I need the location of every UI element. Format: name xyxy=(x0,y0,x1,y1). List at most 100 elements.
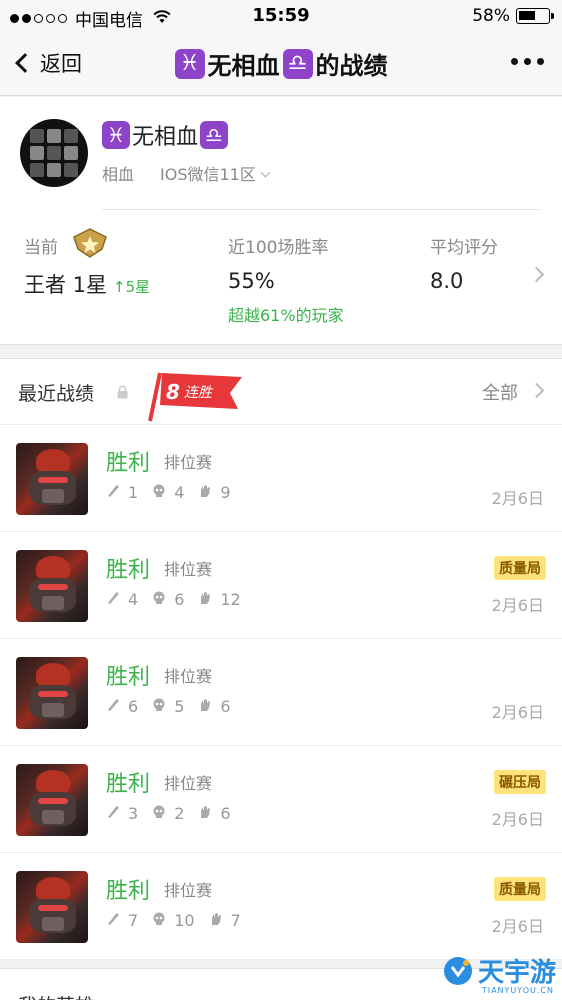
watermark-text: 天宇游 xyxy=(477,958,556,988)
recent-matches-section: 最近战绩 8 连胜 全部 胜利 排位赛 1 4 9 2月6日 胜利 排位赛 4 6 12 质量局 2月6… xyxy=(0,358,562,960)
current-label: 当前 xyxy=(24,238,58,258)
match-date: 2月6日 xyxy=(491,917,544,936)
nav-bar: 返回 ♓ 无相血 ♎ 的战绩 xyxy=(0,32,562,96)
deaths-count: 4 xyxy=(174,483,185,502)
winrate-note: 超越61%的玩家 xyxy=(228,306,344,325)
match-row[interactable]: 胜利 排位赛 3 2 6 碾压局 2月6日 xyxy=(0,746,562,853)
match-kda: 1 4 9 xyxy=(106,483,245,502)
chevron-down-icon xyxy=(260,167,271,178)
match-result: 胜利 xyxy=(106,665,151,690)
win-streak-flag-icon: 8 连胜 xyxy=(148,372,242,422)
deaths-count: 10 xyxy=(174,911,195,930)
match-kda: 4 6 12 xyxy=(106,590,255,609)
match-quality-badge: 质量局 xyxy=(494,556,546,580)
deaths-icon xyxy=(152,911,174,930)
match-quality-badge: 碾压局 xyxy=(494,770,546,794)
rank-change: ↑5星 xyxy=(113,278,151,296)
page-title: ♓ 无相血 ♎ 的战绩 xyxy=(0,46,562,81)
kills-count: 4 xyxy=(128,590,139,609)
deaths-icon xyxy=(152,697,174,716)
match-row[interactable]: 胜利 排位赛 7 10 7 质量局 2月6日 xyxy=(0,853,562,960)
player-subinfo: 相血 IOS微信11区 xyxy=(102,161,271,185)
more-dot xyxy=(537,58,544,65)
assists-icon xyxy=(209,911,231,930)
match-row[interactable]: 胜利 排位赛 1 4 9 2月6日 xyxy=(0,425,562,532)
rank-value: 王者 1星 ↑5星 xyxy=(24,269,150,299)
pisces-icon: ♓ xyxy=(174,48,205,79)
view-all-link[interactable]: 全部 xyxy=(482,379,518,405)
kills-count: 7 xyxy=(128,911,139,930)
match-date: 2月6日 xyxy=(491,489,544,508)
assists-count: 6 xyxy=(220,697,231,716)
kills-count: 3 xyxy=(128,804,139,823)
deaths-count: 6 xyxy=(174,590,185,609)
libra-icon: ♎ xyxy=(282,48,313,79)
hero-portrait xyxy=(16,764,88,836)
title-tail: 的战绩 xyxy=(315,52,388,80)
match-row[interactable]: 胜利 排位赛 6 5 6 2月6日 xyxy=(0,639,562,746)
match-mode: 排位赛 xyxy=(164,560,213,579)
more-button[interactable] xyxy=(511,58,544,65)
deaths-icon xyxy=(152,804,174,823)
assists-icon xyxy=(198,483,220,502)
recent-title: 最近战绩 xyxy=(18,383,95,405)
match-row[interactable]: 胜利 排位赛 4 6 12 质量局 2月6日 xyxy=(0,532,562,639)
divider xyxy=(102,209,540,210)
match-quality-badge: 质量局 xyxy=(494,877,546,901)
my-heroes-title: 我的英雄 xyxy=(18,991,94,1000)
rank-badge-icon xyxy=(73,228,107,258)
match-kda: 6 5 6 xyxy=(106,697,245,716)
deaths-icon xyxy=(152,590,174,609)
rank-text: 王者 1星 xyxy=(24,273,108,297)
match-result: 胜利 xyxy=(106,451,151,476)
libra-icon: ♎ xyxy=(200,121,229,149)
server-label: IOS微信11区 xyxy=(160,165,256,184)
match-mode: 排位赛 xyxy=(164,667,213,686)
recent-header[interactable]: 最近战绩 8 连胜 全部 xyxy=(0,359,562,425)
battery-icon xyxy=(516,8,554,24)
assists-count: 7 xyxy=(230,911,241,930)
hero-portrait xyxy=(16,657,88,729)
title-name: 无相血 xyxy=(207,52,280,80)
tianyu-logo-icon xyxy=(443,956,472,985)
match-mode: 排位赛 xyxy=(164,774,213,793)
kills-count: 6 xyxy=(128,697,139,716)
server-selector[interactable]: IOS微信11区 xyxy=(160,161,271,185)
player-nickname: 相血 xyxy=(102,165,135,184)
assists-icon xyxy=(198,697,220,716)
match-date: 2月6日 xyxy=(491,810,544,829)
battery-percent: 58% xyxy=(472,6,510,26)
avatar[interactable] xyxy=(20,119,88,187)
match-kda: 7 10 7 xyxy=(106,911,255,930)
watermark-url: TIANYUYOU.CN xyxy=(481,986,554,995)
match-date: 2月6日 xyxy=(491,703,544,722)
lock-icon xyxy=(117,385,128,399)
match-mode: 排位赛 xyxy=(164,881,213,900)
kills-icon xyxy=(106,804,128,823)
more-dot xyxy=(511,58,518,65)
assists-icon xyxy=(198,804,220,823)
match-kda: 3 2 6 xyxy=(106,804,245,823)
avg-score-label: 平均评分 xyxy=(430,238,498,258)
avg-score-value: 8.0 xyxy=(430,269,464,293)
player-name: ♓ 无相血 ♎ xyxy=(102,119,229,151)
kills-icon xyxy=(106,911,128,930)
match-date: 2月6日 xyxy=(491,596,544,615)
deaths-count: 5 xyxy=(174,697,185,716)
winrate-label: 近100场胜率 xyxy=(228,238,329,258)
match-result: 胜利 xyxy=(106,772,151,797)
assists-count: 9 xyxy=(220,483,231,502)
chevron-right-icon[interactable] xyxy=(528,382,545,399)
winrate-value: 55% xyxy=(228,269,275,293)
deaths-count: 2 xyxy=(174,804,185,823)
status-bar: 中国电信 15:59 58% xyxy=(0,0,562,32)
kills-icon xyxy=(106,483,128,502)
hero-portrait xyxy=(16,550,88,622)
chevron-right-icon[interactable] xyxy=(528,266,545,283)
assists-count: 12 xyxy=(220,590,241,609)
pisces-icon: ♓ xyxy=(102,121,130,149)
hero-portrait xyxy=(16,871,88,943)
player-name-text: 无相血 xyxy=(132,125,199,150)
assists-icon xyxy=(198,590,220,609)
watermark-logo: 天宇游 TIANYUYOU.CN xyxy=(442,952,556,995)
